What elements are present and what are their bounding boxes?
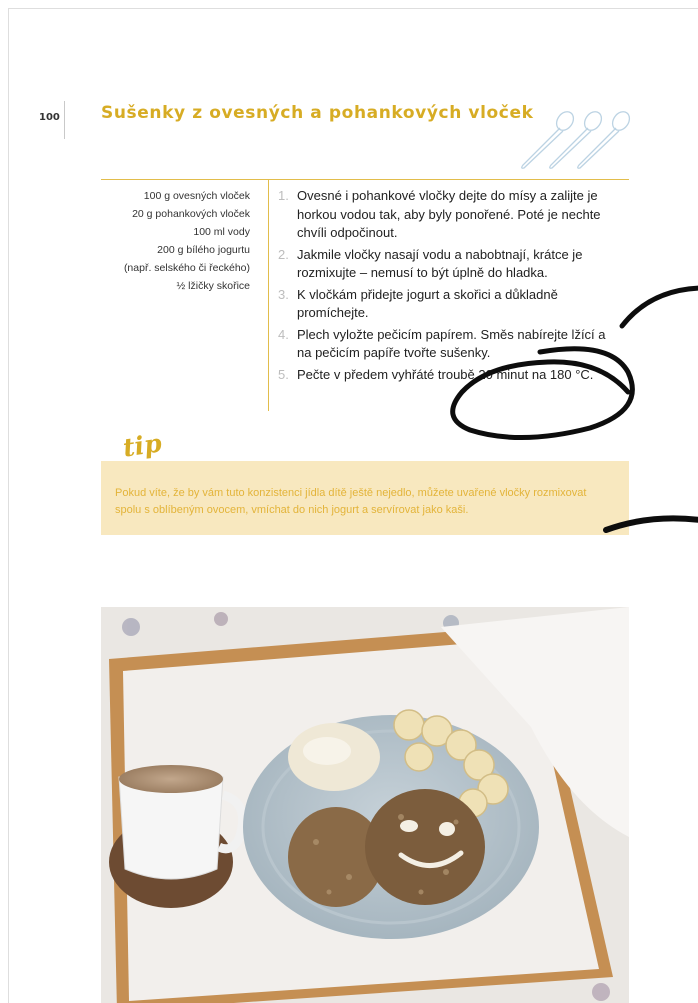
tip-box: Pokud víte, že by vám tuto konzistenci j… <box>101 461 629 535</box>
step-item: 2. Jakmile vločky nasají vodu a nabobtna… <box>278 246 623 283</box>
step-item: 5. Pečte v předem vyhřáté troubě 20 minu… <box>278 366 623 385</box>
ingredient-item: 200 g bílého jogurtu <box>157 244 250 256</box>
cookbook-page: 100 Sušenky z ovesných a pohankových vlo… <box>8 8 698 1003</box>
spoons-icon <box>521 111 631 169</box>
step-number: 5. <box>278 366 289 382</box>
step-number: 1. <box>278 188 289 203</box>
tip-label: tip <box>121 428 164 463</box>
ingredient-item: 100 ml vody <box>193 226 250 238</box>
step-number: 2. <box>278 246 289 262</box>
step-text: K vločkám přidejte jogurt a skořici a dů… <box>297 286 558 321</box>
step-item: 1. Ovesné i pohankové vločky dejte do mí… <box>278 187 623 243</box>
recipe-title: Sušenky z ovesných a pohankových vloček <box>101 103 534 123</box>
step-item: 4. Plech vyložte pečicím papírem. Směs n… <box>278 326 623 363</box>
step-item: 3. K vločkám přidejte jogurt a skořici a… <box>278 286 623 323</box>
ingredient-item: ½ lžičky skořice <box>176 280 250 292</box>
step-number: 4. <box>278 326 289 342</box>
step-number: 3. <box>278 286 289 302</box>
step-text: Pečte v předem vyhřáté troubě 20 minut n… <box>297 366 594 382</box>
food-photo <box>101 607 629 1003</box>
page-number: 100 <box>39 112 60 123</box>
column-divider <box>268 179 269 411</box>
step-text: Plech vyložte pečicím papírem. Směs nabí… <box>297 326 606 361</box>
step-text: Jakmile vločky nasají vodu a nabobtnají,… <box>297 246 583 281</box>
steps-list: 1. Ovesné i pohankové vločky dejte do mí… <box>278 187 623 387</box>
title-underline <box>101 179 629 180</box>
ingredient-item: (např. selského či řeckého) <box>123 262 250 274</box>
step-text: Ovesné i pohankové vločky dejte do mísy … <box>297 188 601 240</box>
ingredient-item: 20 g pohankových vloček <box>132 208 250 220</box>
ingredients-list: 100 g ovesných vloček 20 g pohankových v… <box>124 187 250 295</box>
ingredient-item: 100 g ovesných vloček <box>143 190 250 202</box>
page-number-divider <box>64 101 65 139</box>
